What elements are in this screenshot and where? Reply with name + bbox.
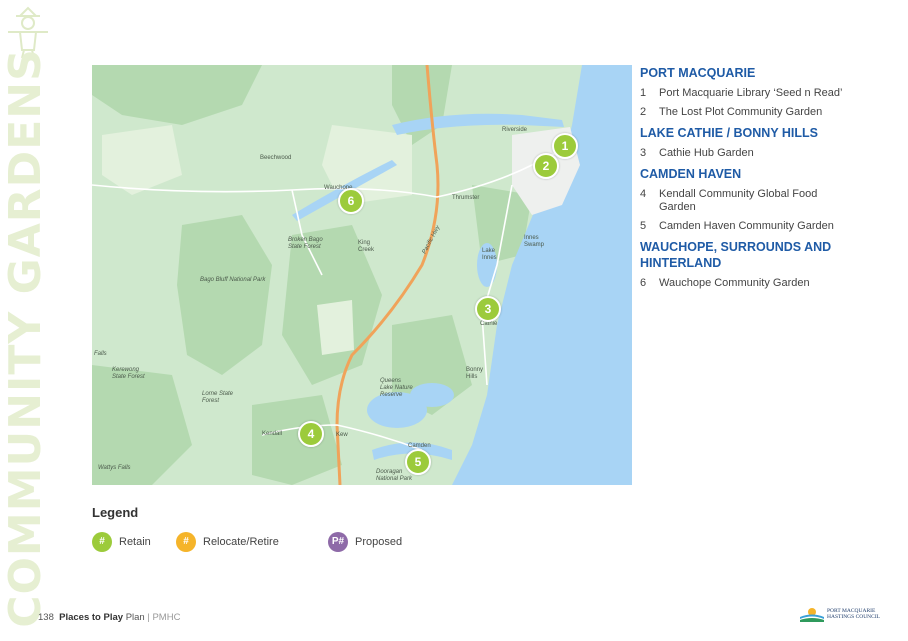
document-title-rest: Plan (125, 612, 145, 623)
place-label-king-creek: King Creek (358, 240, 375, 253)
place-label-lake-innes: Lake Innes (482, 248, 497, 261)
council-logo: PORT MACQUARIE HASTINGS COUNCIL (800, 606, 880, 622)
place-label-lorne: Lorne State Forest (202, 391, 234, 404)
list-item: 4 Kendall Community Global Food Garden (640, 188, 850, 214)
legend-proposed: P# Proposed (328, 532, 402, 552)
document-title: Places to Play (59, 612, 124, 623)
item-number: 5 (640, 220, 647, 232)
item-number: 3 (640, 147, 647, 159)
list-item: 1 Port Macquarie Library ‘Seed n Read’ (640, 87, 850, 100)
garden-marker-3[interactable]: 3 (475, 296, 501, 322)
list-item: 3 Cathie Hub Garden (640, 147, 850, 160)
item-label: Port Macquarie Library ‘Seed n Read’ (659, 87, 843, 99)
item-label: Camden Haven Community Garden (659, 220, 834, 232)
place-label-falls: Falls (94, 351, 107, 357)
council-logo-icon (800, 608, 824, 622)
place-label-queens-lake: Queens Lake Nature Reserve (380, 378, 413, 398)
list-item: 5 Camden Haven Community Garden (640, 220, 850, 233)
item-number: 6 (640, 277, 647, 289)
item-number: 1 (640, 87, 647, 99)
organisation: PMHC (152, 612, 181, 623)
map-base (92, 65, 632, 485)
region-heading: LAKE CATHIE / BONNY HILLS (640, 126, 819, 140)
region-port-macquarie: PORT MACQUARIE 1 Port Macquarie Library ‘… (640, 65, 850, 119)
page-number: 138 (38, 612, 54, 623)
legend-label: Relocate/Retire (203, 536, 279, 548)
legend-retain: # Retain (92, 532, 151, 552)
council-name-line2: HASTINGS COUNCIL (827, 614, 881, 620)
legend-label: Proposed (355, 536, 403, 548)
relocate-marker-icon: # (176, 532, 196, 552)
place-label-beechwood: Beechwood (260, 155, 292, 161)
place-label-bonny-hills: Bonny Hills (466, 367, 484, 380)
list-item: 2 The Lost Plot Community Garden (640, 106, 850, 119)
place-label-bago-bluff: Bago Bluff National Park (200, 277, 266, 283)
place-label-dooragan: Dooragan National Park (376, 469, 413, 482)
page-side-title: COMMUNITY GARDENS (0, 48, 51, 628)
proposed-marker-icon: P# (328, 532, 348, 552)
page-footer: 138 Places to Play Plan | PMHC (38, 612, 180, 623)
legend-label: Retain (119, 536, 151, 548)
garden-marker-1[interactable]: 1 (552, 133, 578, 159)
footer-separator: | (147, 612, 150, 623)
garden-list: PORT MACQUARIE 1 Port Macquarie Library ‘… (640, 65, 850, 296)
retain-marker-icon: # (92, 532, 112, 552)
garden-marker-5[interactable]: 5 (405, 449, 431, 475)
place-label-broken-bago: Broken Bago State Forest (288, 237, 323, 250)
region-camden-haven: CAMDEN HAVEN 4 Kendall Community Global F… (640, 166, 850, 233)
place-label-thrumster: Thrumster (452, 195, 480, 201)
region-heading: CAMDEN HAVEN (640, 167, 742, 181)
place-label-wattys-falls: Wattys Falls (98, 465, 131, 471)
place-label-innes-swamp: Innes Swamp (524, 235, 545, 248)
list-item: 6 Wauchope Community Garden (640, 277, 850, 290)
legend-title: Legend (92, 505, 139, 520)
place-label-kendall: Kendall (262, 431, 283, 437)
item-label: The Lost Plot Community Garden (659, 106, 823, 118)
place-label-riverside: Riverside (502, 127, 528, 133)
garden-marker-4[interactable]: 4 (298, 421, 324, 447)
place-label-kew: Kew (336, 432, 348, 438)
garden-marker-2[interactable]: 2 (533, 153, 559, 179)
item-label: Wauchope Community Garden (659, 277, 810, 289)
community-gardens-map[interactable]: Beechwood Wauchope King Creek Thrumster … (92, 65, 632, 485)
item-label: Kendall Community Global Food Garden (659, 188, 818, 213)
place-label-kerewong: Kerewong State Forest (112, 367, 145, 380)
region-lake-cathie: LAKE CATHIE / BONNY HILLS 3 Cathie Hub Ga… (640, 125, 850, 160)
item-number: 2 (640, 106, 647, 118)
legend-relocate: # Relocate/Retire (176, 532, 279, 552)
region-wauchope: WAUCHOPE, SURROUNDS AND HINTERLAND 6 Wauc… (640, 239, 850, 290)
region-heading: PORT MACQUARIE (640, 66, 756, 80)
region-heading: WAUCHOPE, SURROUNDS AND HINTERLAND (640, 240, 832, 270)
garden-marker-6[interactable]: 6 (338, 188, 364, 214)
item-label: Cathie Hub Garden (659, 147, 754, 159)
item-number: 4 (640, 188, 647, 200)
